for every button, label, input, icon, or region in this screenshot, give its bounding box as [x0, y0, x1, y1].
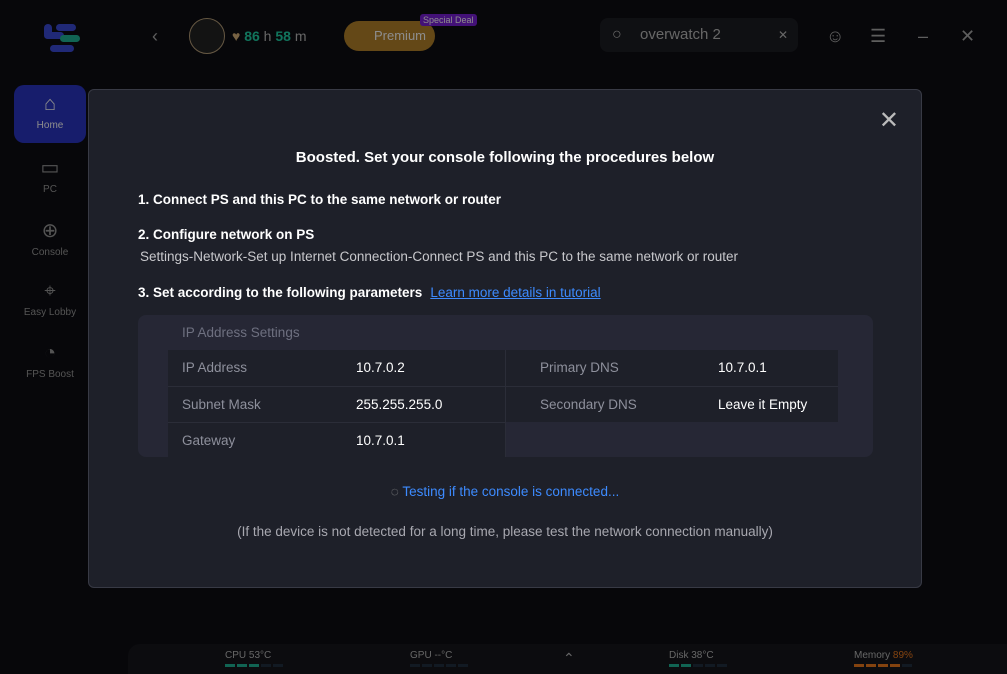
- search-icon: ○: [612, 26, 622, 43]
- cpu-status: CPU 53°C: [225, 650, 283, 667]
- window-close-icon[interactable]: ✕: [960, 26, 975, 47]
- spinner-icon: ◌: [390, 484, 399, 499]
- monitor-icon: ▭: [40, 157, 60, 179]
- step-2-detail: Settings-Network-Set up Internet Connect…: [140, 249, 739, 264]
- gauge-icon: ◔: [43, 342, 57, 364]
- back-button[interactable]: ‹: [152, 26, 158, 47]
- step-3: 3. Set according to the following parame…: [138, 285, 601, 300]
- disk-status: Disk 38°C: [669, 650, 727, 667]
- crosshair-icon: ⌖: [44, 280, 56, 302]
- dialog-title: Boosted. Set your console following the …: [295, 149, 715, 166]
- console-setup-dialog: ✕ Boosted. Set your console following th…: [88, 89, 922, 588]
- column-divider: [505, 350, 506, 457]
- close-icon[interactable]: ✕: [879, 106, 899, 135]
- avatar[interactable]: [189, 18, 225, 54]
- home-icon: ⌂: [43, 93, 57, 115]
- ip-settings-table: IP Address Settings IP Address 10.7.0.2 P…: [138, 315, 873, 457]
- sidebar-item-console[interactable]: ⊕ Console: [14, 218, 86, 258]
- table-row: Gateway 10.7.0.1: [168, 422, 506, 457]
- table-title: IP Address Settings: [182, 325, 300, 340]
- special-deal-badge: Special Deal: [420, 14, 477, 26]
- chevron-up-icon[interactable]: ⌃: [563, 650, 575, 667]
- connection-status: ◌ Testing if the console is connected...: [390, 484, 620, 499]
- table-row: Subnet Mask 255.255.255.0 Secondary DNS Le…: [168, 386, 838, 422]
- sidebar-item-pc[interactable]: ▭ PC: [14, 155, 86, 195]
- table-row: IP Address 10.7.0.2 Primary DNS 10.7.0.1: [168, 350, 838, 386]
- help-note: (If the device is not detected for a lon…: [237, 524, 773, 539]
- step-2: 2. Configure network on PS: [138, 227, 315, 242]
- tutorial-link[interactable]: Learn more details in tutorial: [430, 285, 600, 300]
- menu-icon[interactable]: ☰: [870, 26, 886, 47]
- sidebar-item-easy-lobby[interactable]: ⌖ Easy Lobby: [14, 280, 86, 318]
- support-icon[interactable]: ☺: [826, 26, 844, 47]
- app-logo: [44, 24, 80, 52]
- memory-status: Memory 89%: [854, 650, 913, 667]
- diamond-icon: ♥: [232, 28, 241, 44]
- remaining-time: ♥ 86 h 58 m: [232, 28, 307, 44]
- gpu-status: GPU --°C: [410, 650, 468, 667]
- search-input[interactable]: ○ overwatch 2 ✕: [600, 18, 798, 52]
- gamepad-icon: ⊕: [41, 220, 59, 242]
- sidebar-item-home[interactable]: ⌂ Home: [14, 85, 86, 143]
- step-1: 1. Connect PS and this PC to the same ne…: [138, 192, 502, 207]
- minimize-icon[interactable]: –: [918, 26, 928, 47]
- clear-search-icon[interactable]: ✕: [778, 18, 788, 52]
- sidebar-item-fps-boost[interactable]: ◔ FPS Boost: [14, 342, 86, 380]
